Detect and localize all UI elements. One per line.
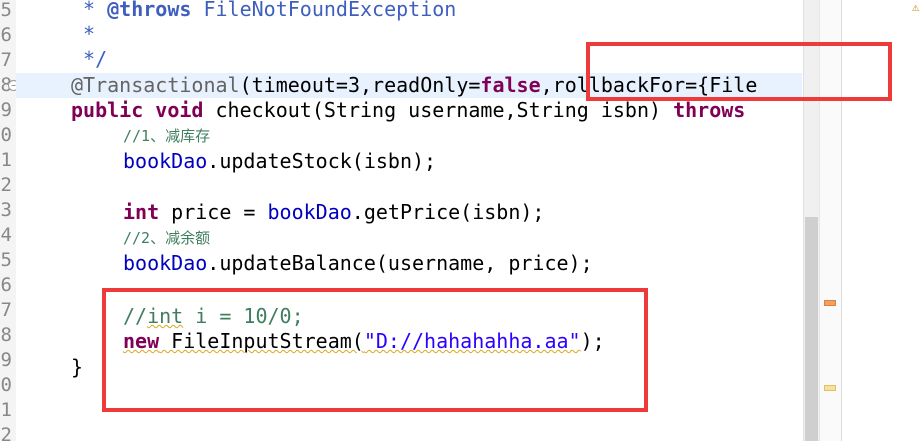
code-line: }	[71, 355, 84, 379]
code-line: * @throws FileNotFoundException	[71, 0, 457, 21]
line-number: 5	[0, 0, 12, 21]
line-number: 2	[0, 174, 12, 196]
highlight-box	[102, 288, 648, 412]
line-number: 9	[0, 349, 12, 371]
line-number: 7	[0, 49, 12, 71]
code-line: public void checkout(String username,Str…	[71, 98, 746, 122]
line-number-gutter: 5 6 7 8 9 0 1 2 3 4 5 6 7 8 9 0 1 2 −	[0, 0, 19, 446]
line-number: 2	[0, 424, 12, 446]
line-number: 8	[0, 324, 12, 346]
highlight-box	[586, 42, 892, 101]
code-line: */	[71, 47, 108, 71]
code-line: int price = bookDao.getPrice(isbn);	[123, 200, 545, 224]
scrollbar-thumb[interactable]	[805, 217, 818, 441]
line-number: 1	[0, 399, 12, 421]
line-number: 0	[0, 124, 12, 146]
code-comment: //2、减余额	[123, 229, 211, 247]
code-comment: //1、减库存	[123, 127, 211, 145]
line-number: 6	[0, 24, 12, 46]
line-number: 6	[0, 274, 12, 296]
line-number: 4	[0, 224, 12, 246]
overview-marker[interactable]	[824, 300, 836, 306]
overview-marker[interactable]	[824, 385, 836, 391]
code-line: *	[71, 22, 96, 46]
line-number: 9	[0, 99, 12, 121]
code-line: bookDao.updateBalance(username, price);	[123, 251, 593, 275]
line-number: 0	[0, 374, 12, 396]
line-number: 1	[0, 149, 12, 171]
line-number: 5	[0, 249, 12, 271]
code-line: bookDao.updateStock(isbn);	[123, 149, 437, 173]
warning-icon[interactable]: ⚠	[912, 0, 919, 14]
line-number: 7	[0, 299, 12, 321]
line-number: 3	[0, 199, 12, 221]
